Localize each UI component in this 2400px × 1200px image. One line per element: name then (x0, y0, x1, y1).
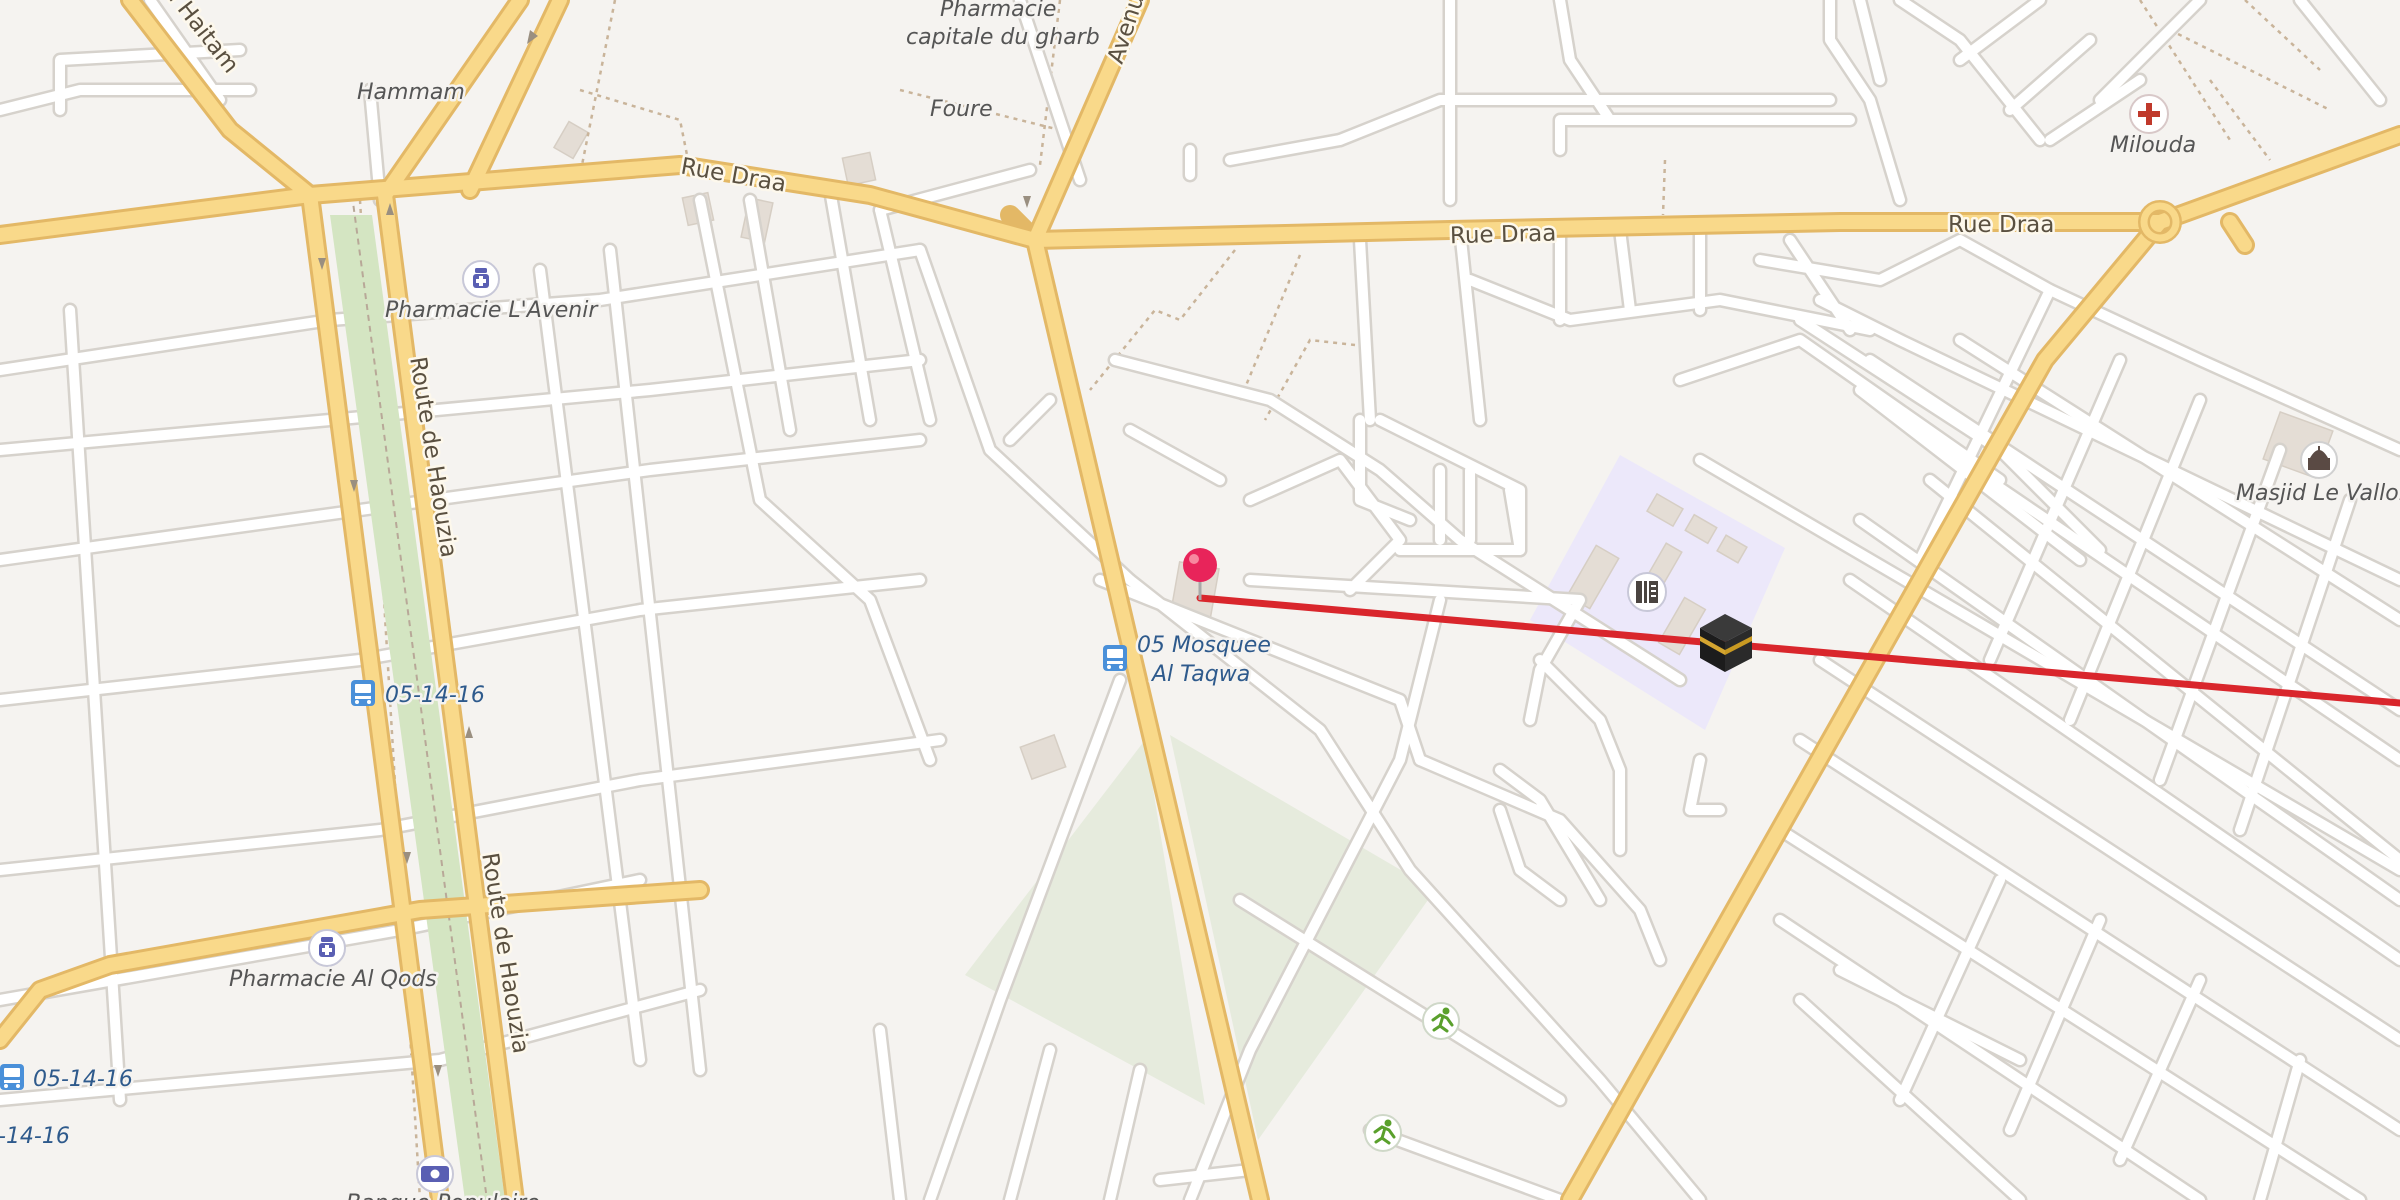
road-label-rue-draa-east: Rue Draa (1948, 212, 2054, 238)
road-label-rue-draa-center: Rue Draa (1450, 221, 1557, 250)
map-view[interactable]: Rue Draa Rue Draa Rue Draa Route de Haou… (0, 0, 2400, 1200)
road-label-rue-draa-west: Rue Draa (679, 154, 788, 198)
pharmacy-icon[interactable] (462, 260, 500, 298)
hospital-icon[interactable] (2129, 94, 2169, 134)
bus-stop-label: 05-14-16 (385, 683, 485, 708)
poi-label-bank: Banque Populaire (346, 1191, 540, 1200)
building (552, 120, 590, 160)
map-canvas[interactable]: Rue Draa Rue Draa Rue Draa Route de Haou… (0, 0, 2400, 1200)
poi-label-milouda: Milouda (2110, 133, 2196, 158)
bus-stop-label: 05-14-16 (33, 1067, 133, 1092)
building (841, 151, 877, 187)
poi-label-pharmacie-al-qods: Pharmacie Al Qods (229, 967, 437, 992)
poi-label-pharmacie-avenir: Pharmacie L'Avenir (385, 298, 599, 323)
school-icon[interactable] (1627, 572, 1667, 612)
sports-icon[interactable] (1364, 1114, 1402, 1152)
bus-stop-icon[interactable] (1103, 645, 1127, 671)
poi-label-hammam: Hammam (357, 80, 465, 105)
bus-stop-label: -14-16 (0, 1124, 70, 1149)
bus-stop-icon[interactable] (0, 1064, 24, 1090)
poi-label-masjid-vallon: Masjid Le Vallon (2236, 481, 2400, 506)
road-label-avenue: Avenu (1103, 0, 1150, 67)
bank-icon[interactable] (416, 1155, 454, 1193)
mosque-icon[interactable] (2300, 441, 2338, 479)
road-north-2 (463, 0, 567, 197)
poi-label-pharmacie-gharb-1: Pharmacie (940, 0, 1056, 22)
pharmacy-icon[interactable] (308, 929, 346, 967)
bus-stop-label-mosque-2: Al Taqwa (1150, 662, 1250, 687)
bus-stop-icon[interactable] (351, 680, 375, 706)
poi-label-pharmacie-gharb-2: capitale du gharb (906, 25, 1100, 50)
sports-icon[interactable] (1422, 1002, 1460, 1040)
building (1019, 733, 1067, 781)
bus-stop-label-mosque-1: 05 Mosquee (1137, 633, 1271, 658)
poi-label-foure: Foure (930, 97, 993, 122)
